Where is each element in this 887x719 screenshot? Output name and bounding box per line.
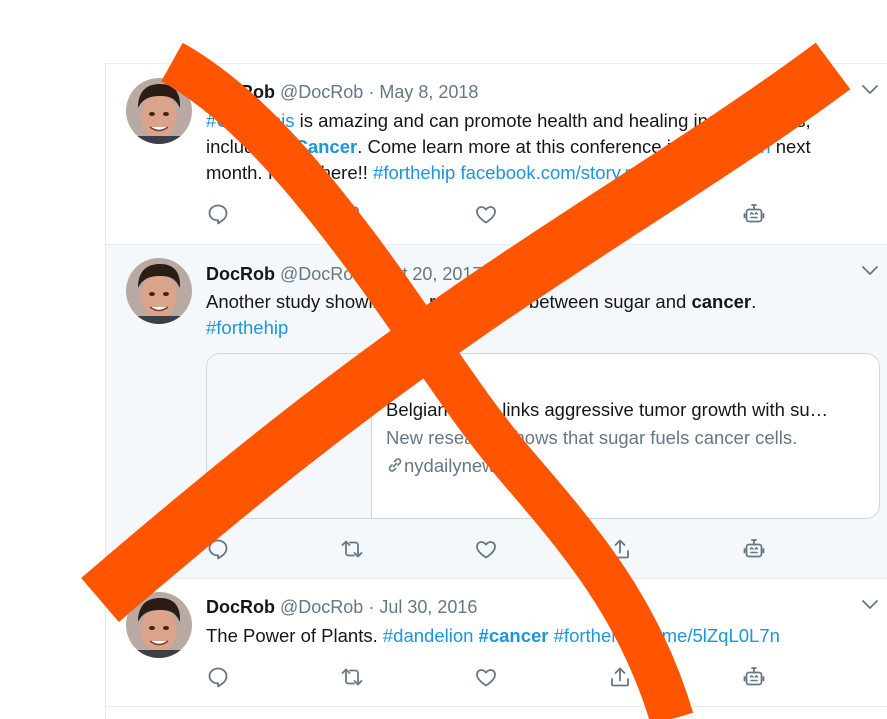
- hashtag-link[interactable]: #dandelion: [383, 625, 474, 646]
- avatar[interactable]: [126, 258, 192, 324]
- tweet[interactable]: DocRob @DocRob · Jul 30, 2016 The Power …: [106, 579, 887, 707]
- tweet-actions: [206, 665, 766, 689]
- hashtag-link[interactable]: #forthehip: [373, 162, 455, 183]
- tweet[interactable]: DocRob @DocRob · May 8, 2018 #Cannabis i…: [106, 64, 887, 245]
- text-segment: . Come learn more at this conference in: [357, 136, 687, 157]
- chevron-down-icon[interactable]: [861, 263, 879, 277]
- card-domain-text: nydailynews.com: [404, 455, 545, 476]
- chevron-down-icon[interactable]: [861, 82, 879, 96]
- link-card[interactable]: Belgian study links aggressive tumor gro…: [206, 353, 880, 519]
- document-icon: [271, 418, 307, 454]
- card-thumbnail: [207, 354, 372, 518]
- tweet[interactable]: DocRob @DocRob · Oct 20, 2017 Another st…: [106, 245, 887, 579]
- like-icon[interactable]: [474, 665, 498, 689]
- hashtag-link[interactable]: #Cancer: [284, 136, 357, 157]
- tweet-text: The Power of Plants. #dandelion #cancer …: [206, 623, 871, 649]
- hashtag-link[interactable]: #Cannabis: [206, 110, 294, 131]
- tweet-header: DocRob @DocRob · May 8, 2018: [206, 80, 478, 104]
- chevron-down-icon[interactable]: [861, 597, 879, 611]
- share-icon[interactable]: [608, 537, 632, 561]
- reply-icon[interactable]: [206, 202, 230, 226]
- text-segment: Another study showing the relationship b…: [206, 291, 692, 312]
- tweet-text: Another study showing the relationship b…: [206, 289, 871, 341]
- tweet-date[interactable]: Oct 20, 2017: [379, 264, 482, 284]
- retweet-icon[interactable]: [340, 537, 364, 561]
- tweet-header: DocRob @DocRob · Jul 30, 2016: [206, 595, 477, 619]
- reply-icon[interactable]: [206, 537, 230, 561]
- like-icon[interactable]: [474, 202, 498, 226]
- text-segment-bold: cancer: [691, 291, 752, 312]
- tweet-text: #Cannabis is amazing and can promote hea…: [206, 108, 871, 186]
- avatar[interactable]: [126, 592, 192, 658]
- author-name[interactable]: DocRob: [206, 264, 275, 284]
- separator-dot: ·: [368, 597, 375, 617]
- tweet-header: DocRob @DocRob · Oct 20, 2017: [206, 262, 482, 286]
- avatar[interactable]: [126, 78, 192, 144]
- timeline: DocRob @DocRob · May 8, 2018 #Cannabis i…: [105, 63, 887, 719]
- author-handle[interactable]: @DocRob: [280, 82, 363, 102]
- hashtag-link[interactable]: #Michigan: [686, 136, 770, 157]
- separator-dot: ·: [368, 264, 375, 284]
- tweet-actions: [206, 537, 766, 561]
- hashtag-link[interactable]: #forthehip: [206, 317, 288, 338]
- author-name[interactable]: DocRob: [206, 82, 275, 102]
- link-icon: [388, 458, 402, 472]
- text-segment: The Power of Plants.: [206, 625, 383, 646]
- author-handle[interactable]: @DocRob: [280, 597, 363, 617]
- author-name[interactable]: DocRob: [206, 597, 275, 617]
- url-link[interactable]: facebook.com/story.php?stor…: [460, 162, 715, 183]
- author-handle[interactable]: @DocRob: [280, 264, 363, 284]
- tweet-date[interactable]: Jul 30, 2016: [379, 597, 477, 617]
- share-icon[interactable]: [608, 665, 632, 689]
- reply-icon[interactable]: [206, 665, 230, 689]
- retweet-icon[interactable]: [340, 202, 364, 226]
- hashtag-link[interactable]: #cancer: [479, 625, 549, 646]
- tweet-date[interactable]: May 8, 2018: [379, 82, 478, 102]
- retweet-icon[interactable]: [340, 665, 364, 689]
- like-icon[interactable]: [474, 537, 498, 561]
- bot-icon[interactable]: [742, 202, 766, 226]
- share-icon[interactable]: [608, 202, 632, 226]
- hashtag-link[interactable]: #forthehip: [554, 625, 636, 646]
- bot-icon[interactable]: [742, 537, 766, 561]
- url-link[interactable]: fb.me/5lZqL0L7n: [641, 625, 780, 646]
- tweet-actions: [206, 202, 766, 226]
- text-segment: .: [751, 291, 757, 312]
- bot-icon[interactable]: [742, 665, 766, 689]
- card-description: New research shows that sugar fuels canc…: [386, 427, 798, 448]
- card-domain: nydailynews.com: [386, 454, 545, 478]
- card-title: Belgian study links aggressive tumor gro…: [386, 399, 829, 420]
- separator-dot: ·: [368, 82, 375, 102]
